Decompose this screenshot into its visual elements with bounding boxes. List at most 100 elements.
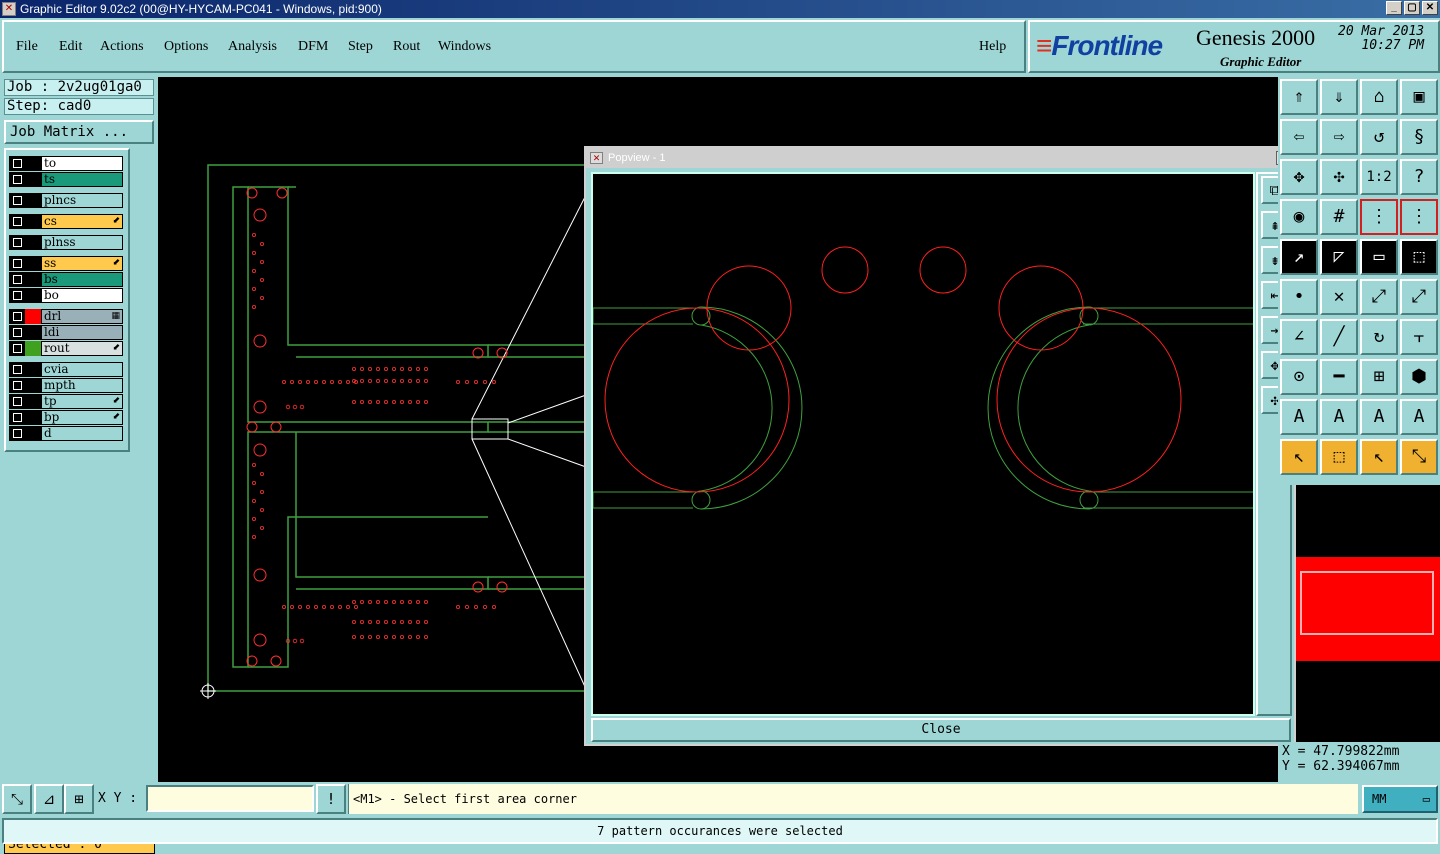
a-small-icon[interactable]: A xyxy=(1280,399,1318,435)
popview-close-button[interactable]: Close xyxy=(591,718,1291,742)
popview-canvas[interactable] xyxy=(591,172,1255,716)
layer-name[interactable]: tp ⬋ xyxy=(41,394,123,409)
pan-right-icon[interactable]: ⇨ xyxy=(1320,119,1358,155)
layer-name[interactable]: rout ⬋ xyxy=(41,341,123,356)
menu-windows[interactable]: Windows xyxy=(438,39,491,55)
layer-checkbox[interactable] xyxy=(9,394,25,409)
layer-name[interactable]: bo xyxy=(41,288,123,303)
line-nodes-alt-icon[interactable]: ⤢ xyxy=(1400,279,1438,315)
layer-row-ldi[interactable]: ldi xyxy=(9,325,123,340)
layer-checkbox[interactable] xyxy=(9,272,25,287)
slash-icon[interactable]: ╱ xyxy=(1320,319,1358,355)
layer-checkbox[interactable] xyxy=(9,235,25,250)
menu-file[interactable]: File xyxy=(16,39,38,55)
menu-edit[interactable]: Edit xyxy=(59,39,82,55)
line-nodes-icon[interactable]: ⤢ xyxy=(1360,279,1398,315)
menu-dfm[interactable]: DFM xyxy=(298,39,328,55)
snap-alt-icon[interactable]: ⋮ xyxy=(1400,199,1438,235)
angle-icon[interactable]: ∠ xyxy=(1280,319,1318,355)
layer-row-rout[interactable]: rout ⬋ xyxy=(9,341,123,356)
layer-checkbox[interactable] xyxy=(9,309,25,324)
layer-checkbox[interactable] xyxy=(9,193,25,208)
layer-row-bo[interactable]: bo xyxy=(9,288,123,303)
layer-checkbox[interactable] xyxy=(9,426,25,441)
redraw-icon[interactable]: § xyxy=(1400,119,1438,155)
layer-name[interactable]: plnss xyxy=(41,235,123,250)
xy-input[interactable] xyxy=(146,785,314,812)
layer-checkbox[interactable] xyxy=(9,410,25,425)
layer-row-cvia[interactable]: cvia xyxy=(9,362,123,377)
layer-checkbox[interactable] xyxy=(9,172,25,187)
layer-name[interactable]: drl ▦ xyxy=(41,309,123,324)
layer-checkbox[interactable] xyxy=(9,378,25,393)
ruler-icon[interactable]: ▭ xyxy=(1360,239,1398,275)
undo-view-icon[interactable]: ↺ xyxy=(1360,119,1398,155)
a-bold-icon[interactable]: A xyxy=(1360,399,1398,435)
layer-checkbox[interactable] xyxy=(9,325,25,340)
layer-row-to[interactable]: to xyxy=(9,156,123,171)
layer-name[interactable]: mpth xyxy=(41,378,123,393)
window-icon[interactable]: ▣ xyxy=(1400,79,1438,115)
a-red-icon[interactable]: A xyxy=(1320,399,1358,435)
zoom-area-icon[interactable]: ⤡ xyxy=(2,784,32,814)
layer-checkbox[interactable] xyxy=(9,362,25,377)
arc-icon[interactable]: ↻ xyxy=(1360,319,1398,355)
select-path-icon[interactable]: ⤡ xyxy=(1400,439,1438,475)
popview-titlebar[interactable]: ✕ Popview - 1 ✕ xyxy=(586,148,1294,168)
layer-row-bs[interactable]: bs xyxy=(9,272,123,287)
shapes-icon[interactable]: ⬢ xyxy=(1400,359,1438,395)
add-point-icon[interactable]: • xyxy=(1280,279,1318,315)
dimension-icon[interactable]: ⊞ xyxy=(1360,359,1398,395)
layer-name[interactable]: cs ⬋ xyxy=(41,214,123,229)
zoom-home-icon[interactable]: ⇑ xyxy=(1280,79,1318,115)
layer-name[interactable]: cvia xyxy=(41,362,123,377)
layer-name[interactable]: d xyxy=(41,426,123,441)
select-arrow-icon[interactable]: ↖ xyxy=(1360,439,1398,475)
scale-1-2-icon[interactable]: 1:2 xyxy=(1360,159,1398,195)
arrow-out-icon[interactable]: ↗ xyxy=(1280,239,1318,275)
layer-row-tp[interactable]: tp ⬋ xyxy=(9,394,123,409)
layer-row-mpth[interactable]: mpth xyxy=(9,378,123,393)
bracket-icon[interactable]: ⫟ xyxy=(1400,319,1438,355)
menu-rout[interactable]: Rout xyxy=(393,39,420,55)
layer-checkbox[interactable] xyxy=(9,341,25,356)
cross-icon[interactable]: ✕ xyxy=(1320,279,1358,315)
a-cross-icon[interactable]: A xyxy=(1400,399,1438,435)
eye-icon[interactable]: ◉ xyxy=(1280,199,1318,235)
alert-icon[interactable]: ! xyxy=(316,784,346,814)
pan-left-icon[interactable]: ⇦ xyxy=(1280,119,1318,155)
layer-checkbox[interactable] xyxy=(9,256,25,271)
layer-name[interactable]: bs xyxy=(41,272,123,287)
measure-diag-icon[interactable]: ◸ xyxy=(1320,239,1358,275)
units-select[interactable]: MM ▭ xyxy=(1362,785,1438,813)
zoom-down-icon[interactable]: ⇓ xyxy=(1320,79,1358,115)
layer-name[interactable]: to xyxy=(41,156,123,171)
snap-icon[interactable]: ⋮ xyxy=(1360,199,1398,235)
maximize-button[interactable]: ▢ xyxy=(1404,1,1420,15)
layer-name[interactable]: bp ⬋ xyxy=(41,410,123,425)
layer-name[interactable]: ldi xyxy=(41,325,123,340)
help-query-icon[interactable]: ? xyxy=(1400,159,1438,195)
layer-checkbox[interactable] xyxy=(9,288,25,303)
select-box-icon[interactable]: ⬚ xyxy=(1320,439,1358,475)
layer-row-plnss[interactable]: plnss xyxy=(9,235,123,250)
menu-help[interactable]: Help xyxy=(979,39,1006,55)
menu-actions[interactable]: Actions xyxy=(100,39,144,55)
select-pointer-icon[interactable]: ↖ xyxy=(1280,439,1318,475)
grid-icon[interactable]: # xyxy=(1320,199,1358,235)
minimize-button[interactable]: _ xyxy=(1386,1,1402,15)
measure-icon[interactable]: ⊿ xyxy=(34,784,64,814)
dash-red-icon[interactable]: ━ xyxy=(1320,359,1358,395)
move-icon[interactable]: ✣ xyxy=(1320,159,1358,195)
layer-row-d[interactable]: d xyxy=(9,426,123,441)
layer-checkbox[interactable] xyxy=(9,156,25,171)
layer-name[interactable]: plncs xyxy=(41,193,123,208)
menu-analysis[interactable]: Analysis xyxy=(228,39,277,55)
home-icon[interactable]: ⌂ xyxy=(1360,79,1398,115)
layer-row-drl[interactable]: drl ▦ xyxy=(9,309,123,324)
layer-checkbox[interactable] xyxy=(9,214,25,229)
layer-row-ts[interactable]: ts xyxy=(9,172,123,187)
close-window-button[interactable]: ✕ xyxy=(1422,1,1438,15)
layer-row-ss[interactable]: ss ⬋ xyxy=(9,256,123,271)
dotted-square-icon[interactable]: ⬚ xyxy=(1400,239,1438,275)
